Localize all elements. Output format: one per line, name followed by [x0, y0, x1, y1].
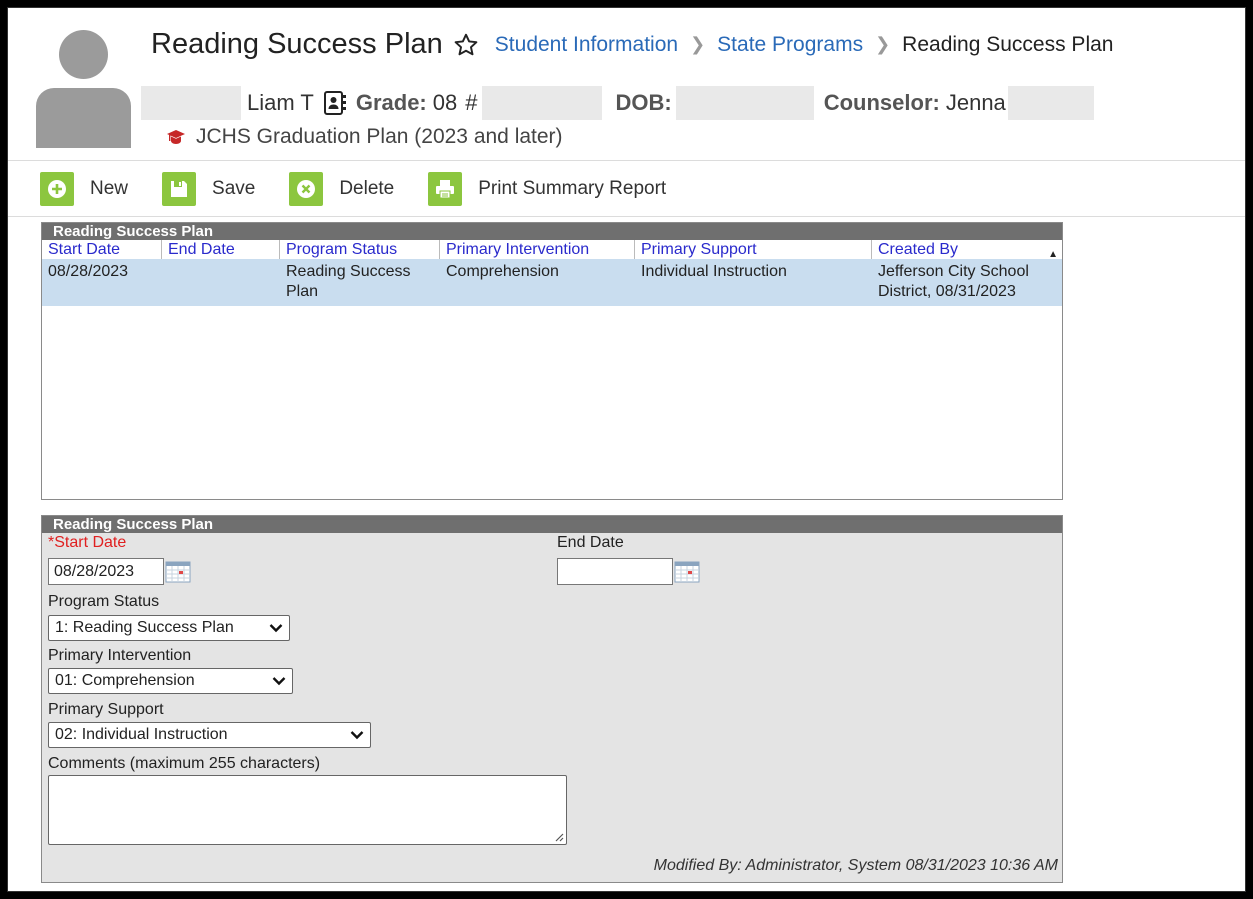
redacted-last-name	[141, 86, 241, 120]
cell-program-status: Reading Success Plan	[286, 263, 411, 300]
plan-detail-form: Reading Success Plan *Start Date 08/28/2…	[41, 515, 1063, 883]
primary-support-select[interactable]: 02: Individual Instruction	[48, 722, 371, 748]
end-date-input[interactable]	[557, 558, 673, 585]
resize-handle-icon[interactable]	[554, 832, 564, 842]
primary-intervention-label: Primary Intervention	[48, 647, 192, 664]
cell-start-date: 08/28/2023	[48, 263, 129, 280]
counselor-value: Jenna	[945, 90, 1006, 115]
save-button[interactable]: Save	[162, 172, 255, 206]
new-button[interactable]: New	[40, 172, 128, 206]
floppy-disk-icon	[162, 172, 197, 206]
column-header-primary-support[interactable]: Primary Support	[635, 240, 872, 259]
primary-support-label: Primary Support	[48, 701, 164, 718]
cell-primary-support: Individual Instruction	[641, 263, 787, 280]
calendar-icon[interactable]	[674, 561, 700, 583]
program-status-selected: 1: Reading Success Plan	[55, 619, 234, 636]
redacted-dob	[675, 86, 814, 120]
calendar-icon[interactable]	[165, 561, 191, 583]
modified-by-text: Modified By: Administrator, System 08/31…	[653, 857, 1058, 874]
redacted-id	[481, 86, 602, 120]
toolbar: New Save Delete Print Summary Report	[40, 166, 700, 212]
primary-support-selected: 02: Individual Instruction	[55, 726, 228, 743]
dob-label: DOB:	[615, 90, 672, 115]
start-date-label-text: Start Date	[54, 534, 127, 551]
graduation-plan-name: JCHS Graduation Plan (2023 and later)	[196, 125, 563, 148]
delete-button[interactable]: Delete	[289, 172, 394, 206]
start-date-input[interactable]: 08/28/2023	[48, 558, 164, 585]
student-name: Liam T	[247, 90, 314, 115]
page-title: Reading Success Plan	[151, 28, 443, 60]
breadcrumb-state-programs[interactable]: State Programs	[717, 33, 863, 57]
chevron-down-icon	[269, 624, 283, 633]
graduation-cap-icon	[167, 130, 185, 144]
breadcrumb-current: Reading Success Plan	[902, 32, 1114, 56]
grade-label: Grade:	[355, 90, 427, 115]
cell-created-by: Jefferson City School District, 08/31/20…	[878, 263, 1029, 300]
id-label: #	[465, 90, 478, 115]
divider	[8, 216, 1245, 217]
panel-header: Reading Success Plan	[42, 516, 1062, 533]
column-header-created-by[interactable]: Created By ▲	[872, 240, 1062, 260]
redacted-counselor	[1007, 86, 1094, 120]
table-row[interactable]: 08/28/2023 Reading Success Plan Comprehe…	[42, 259, 1062, 306]
column-header-start-date[interactable]: Start Date	[42, 240, 162, 259]
grade-value: 08	[432, 90, 458, 115]
chevron-down-icon	[350, 731, 364, 740]
save-button-label: Save	[212, 178, 256, 199]
x-circle-icon	[289, 172, 324, 206]
column-header-primary-intervention[interactable]: Primary Intervention	[440, 240, 635, 259]
counselor-label: Counselor:	[823, 90, 940, 115]
comments-label: Comments (maximum 255 characters)	[48, 755, 321, 772]
end-date-label: End Date	[557, 534, 624, 551]
column-header-created-by-label: Created By	[878, 241, 959, 258]
contact-card-icon[interactable]	[323, 91, 346, 115]
avatar	[36, 30, 131, 148]
comments-textarea[interactable]	[48, 775, 567, 845]
table-header: Start Date End Date Program Status Prima…	[42, 240, 1062, 260]
sort-ascending-icon: ▲	[1048, 249, 1058, 260]
delete-button-label: Delete	[339, 178, 395, 199]
print-summary-report-button[interactable]: Print Summary Report	[428, 172, 666, 206]
form-body: *Start Date 08/28/2023 End Date Program …	[42, 533, 1062, 883]
plan-list-panel: Reading Success Plan Start Date End Date…	[41, 222, 1063, 500]
breadcrumb-student-information[interactable]: Student Information	[495, 33, 678, 57]
divider	[8, 160, 1245, 161]
chevron-right-icon: ❯	[875, 34, 891, 54]
cell-end-date	[162, 259, 280, 306]
column-header-end-date[interactable]: End Date	[162, 240, 280, 259]
program-status-select[interactable]: 1: Reading Success Plan	[48, 615, 290, 641]
new-button-label: New	[90, 178, 129, 199]
start-date-label: *Start Date	[48, 534, 126, 552]
star-icon[interactable]	[453, 32, 479, 58]
panel-header: Reading Success Plan	[42, 223, 1062, 240]
primary-intervention-selected: 01: Comprehension	[55, 672, 195, 689]
plus-circle-icon	[40, 172, 74, 206]
title-row: Reading Success Plan Student Information…	[151, 28, 1113, 61]
program-status-label: Program Status	[48, 593, 160, 610]
cell-primary-intervention: Comprehension	[446, 263, 559, 280]
breadcrumb: Student Information ❯ State Programs ❯ R…	[495, 33, 1114, 57]
column-header-program-status[interactable]: Program Status	[280, 240, 440, 259]
student-info-row: Liam T Grade: 08 # DOB: Counselor: Jenna	[141, 86, 1094, 120]
chevron-down-icon	[272, 677, 286, 686]
primary-intervention-select[interactable]: 01: Comprehension	[48, 668, 293, 694]
app-window: Reading Success Plan Student Information…	[7, 7, 1246, 892]
print-summary-report-label: Print Summary Report	[478, 178, 667, 199]
student-header: Reading Success Plan Student Information…	[8, 8, 1245, 158]
printer-icon	[428, 172, 463, 206]
graduation-plan-row: JCHS Graduation Plan (2023 and later)	[166, 125, 563, 149]
chevron-right-icon: ❯	[690, 34, 706, 54]
